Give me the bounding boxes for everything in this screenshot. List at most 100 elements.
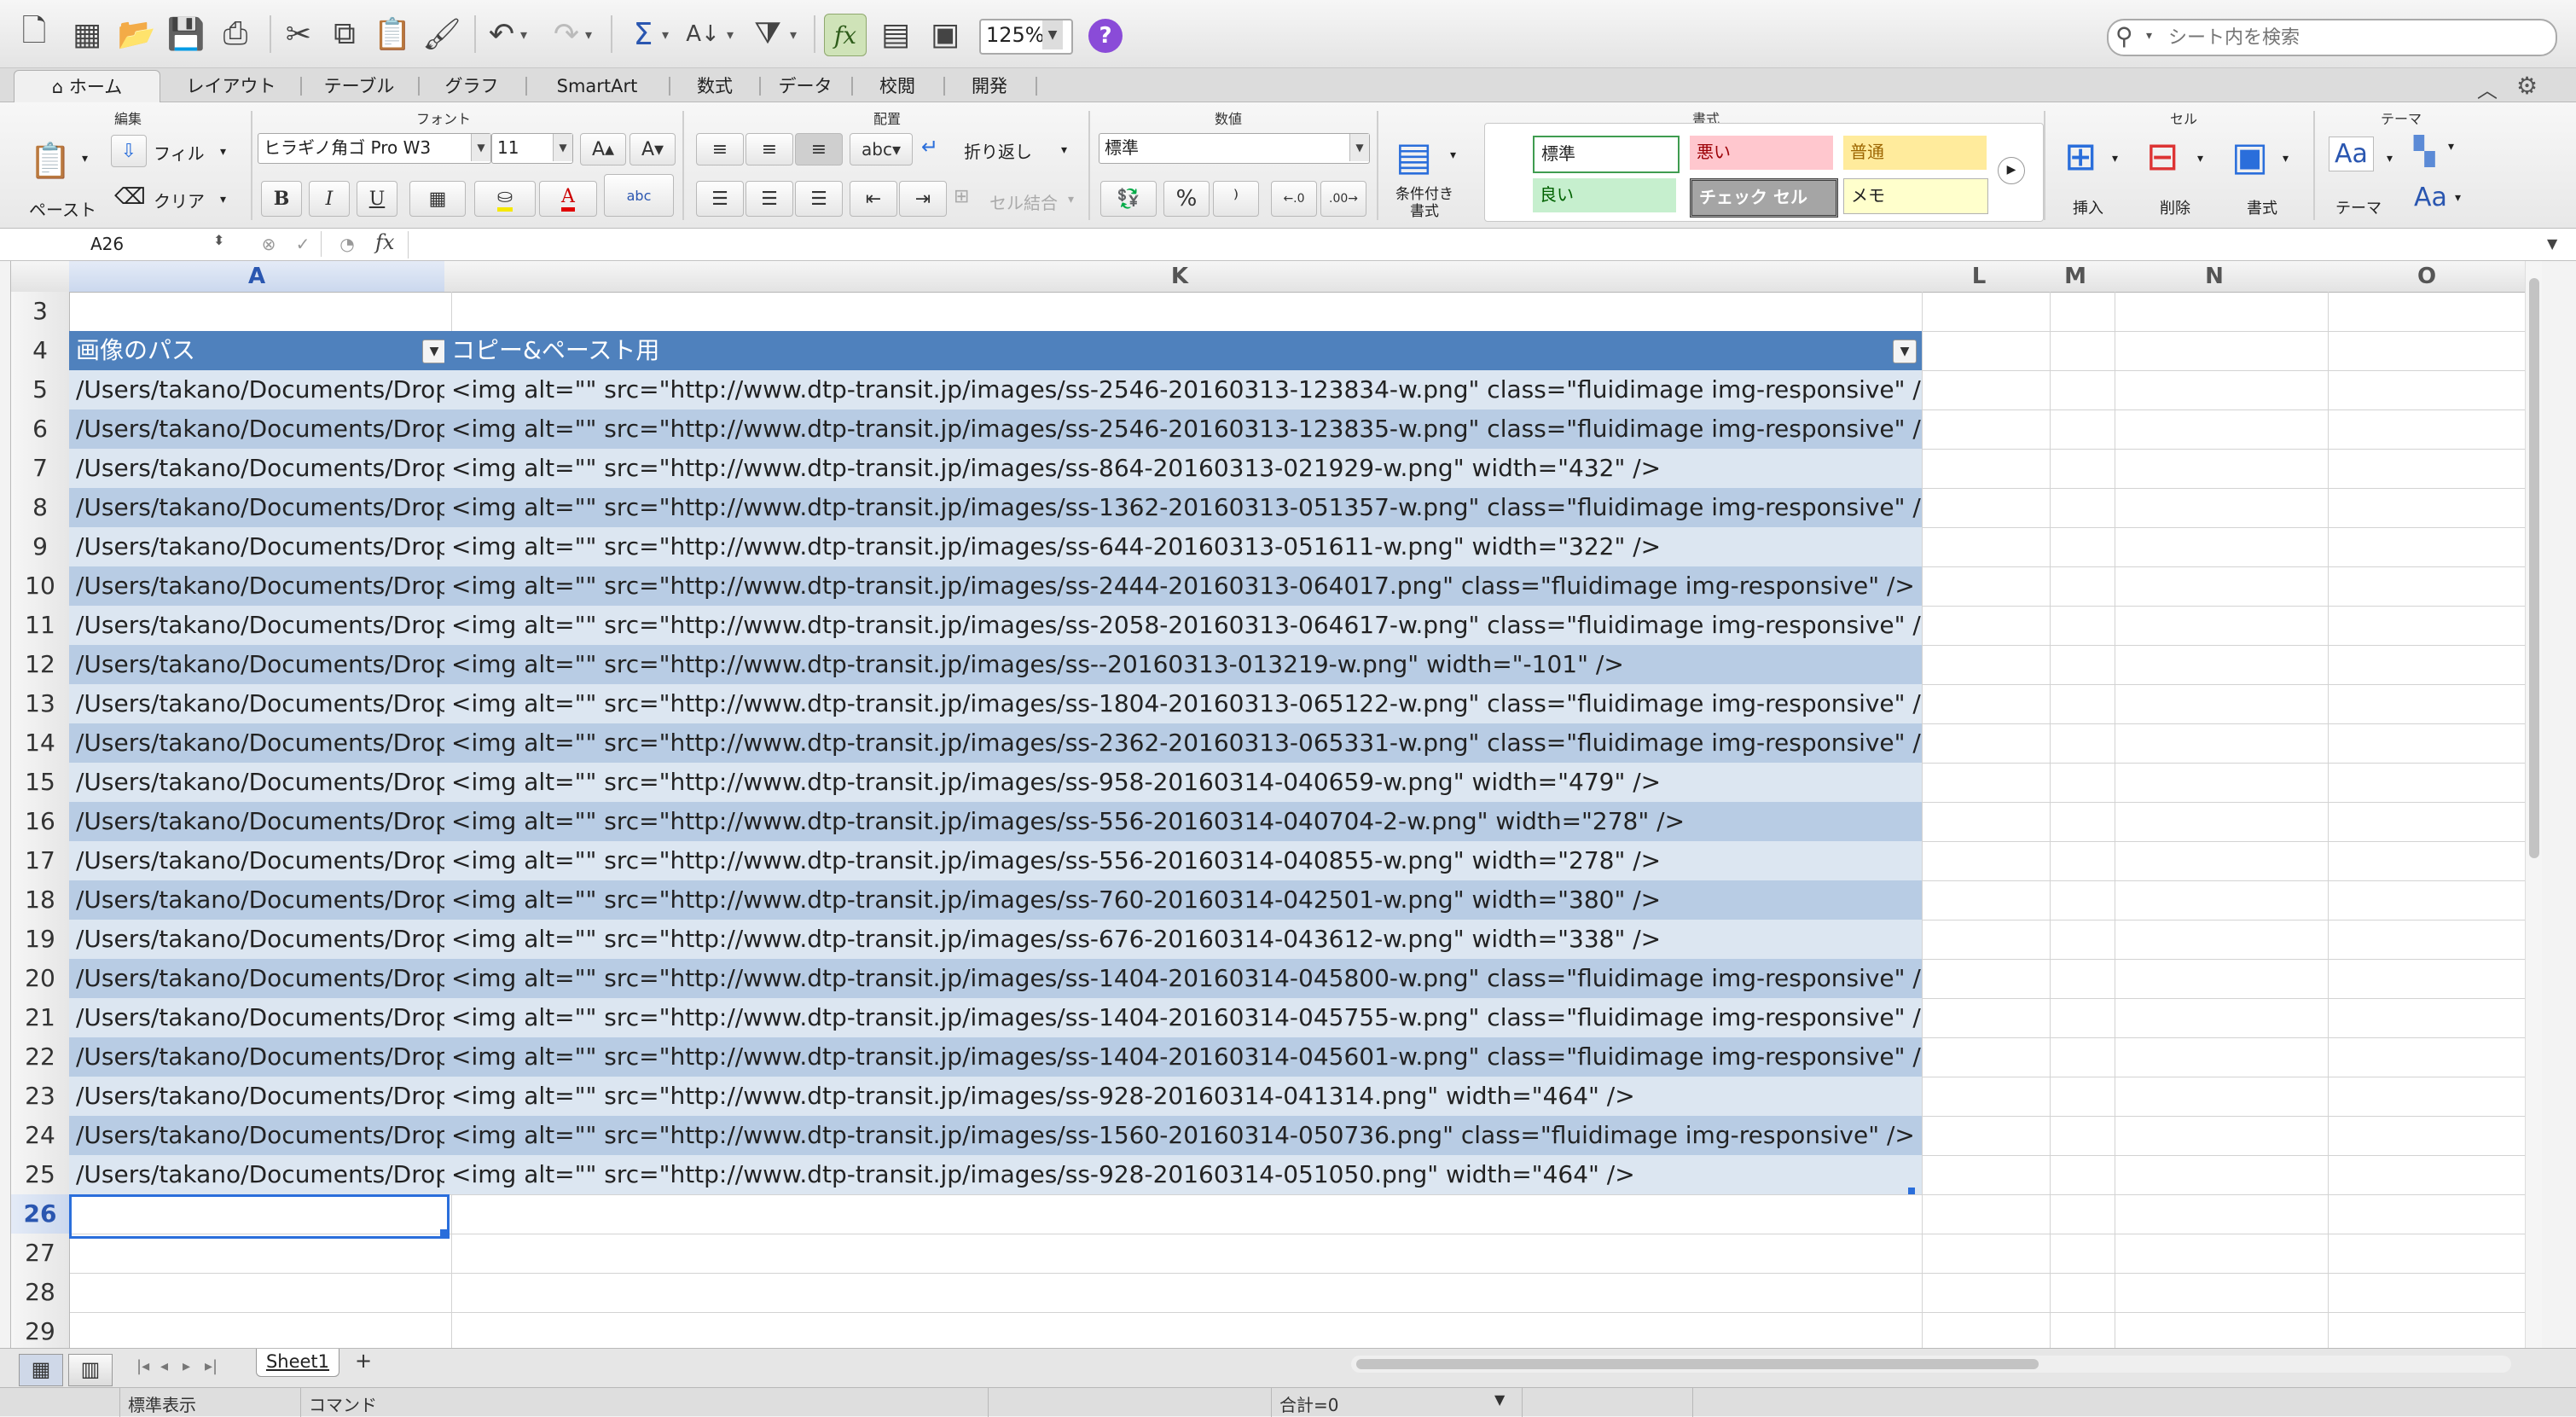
- cell[interactable]: [444, 1273, 1923, 1313]
- cell[interactable]: [2043, 880, 2115, 920]
- cell[interactable]: [2043, 802, 2115, 842]
- accounting-format-button[interactable]: 💱: [1100, 181, 1157, 217]
- cell-image-path[interactable]: /Users/takano/Documents/Dropbox: [69, 1155, 452, 1195]
- save-icon[interactable]: 💾: [165, 14, 206, 55]
- sum-label[interactable]: 合計=0: [1279, 1391, 1338, 1416]
- conditional-format-icon[interactable]: ▤: [1395, 133, 1432, 179]
- cell-img-tag[interactable]: <img alt="" src="http://www.dtp-transit.…: [444, 998, 1923, 1038]
- cell-image-path[interactable]: /Users/takano/Documents/Dropbox: [69, 880, 452, 920]
- cell-image-path[interactable]: /Users/takano/Documents/Dropbox: [69, 409, 452, 450]
- align-middle-button[interactable]: ≡: [746, 133, 793, 166]
- cell[interactable]: [1915, 959, 2051, 999]
- cell-image-path[interactable]: /Users/takano/Documents/Dropbox: [69, 566, 452, 607]
- column-header[interactable]: A: [69, 261, 445, 293]
- search-icon[interactable]: ⚲: [2115, 22, 2133, 50]
- header-cell-image-path[interactable]: 画像のパス ▼: [69, 331, 452, 371]
- cell-img-tag[interactable]: <img alt="" src="http://www.dtp-transit.…: [444, 959, 1923, 999]
- cell[interactable]: [2321, 1155, 2540, 1195]
- themes-dropdown-icon[interactable]: ▾: [2387, 152, 2393, 166]
- cell[interactable]: [2108, 684, 2329, 724]
- cell[interactable]: [2108, 1077, 2329, 1117]
- cell[interactable]: [2108, 331, 2329, 371]
- cell[interactable]: [2043, 527, 2115, 567]
- vertical-scrollbar[interactable]: [2525, 261, 2542, 1348]
- undo-dropdown-icon[interactable]: ▾: [515, 14, 532, 55]
- cell-image-path[interactable]: /Users/takano/Documents/Dropbox: [69, 763, 452, 803]
- cut-icon[interactable]: ✂: [278, 14, 319, 55]
- cell[interactable]: [1915, 1155, 2051, 1195]
- themes-button[interactable]: テーマ: [2335, 196, 2382, 218]
- row-header[interactable]: 15: [11, 763, 70, 803]
- cell[interactable]: [69, 1273, 452, 1313]
- cell-image-path[interactable]: /Users/takano/Documents/Dropbox: [69, 802, 452, 842]
- cell[interactable]: [1915, 409, 2051, 450]
- cell-img-tag[interactable]: <img alt="" src="http://www.dtp-transit.…: [444, 802, 1923, 842]
- cell[interactable]: [2108, 1273, 2329, 1313]
- formula-input[interactable]: [408, 231, 2544, 258]
- copy-icon[interactable]: ⧉: [324, 14, 365, 55]
- cell[interactable]: [1915, 566, 2051, 607]
- cell-image-path[interactable]: /Users/takano/Documents/Dropbox: [69, 1077, 452, 1117]
- style-check-cell[interactable]: チェック セル: [1690, 178, 1838, 218]
- decrease-indent-button[interactable]: ⇤: [850, 181, 897, 217]
- style-normal[interactable]: 標準: [1533, 136, 1680, 173]
- insert-function-icon[interactable]: fx: [375, 230, 394, 254]
- cell-img-tag[interactable]: <img alt="" src="http://www.dtp-transit.…: [444, 449, 1923, 489]
- clear-button[interactable]: クリア: [154, 188, 205, 212]
- tab-tables[interactable]: テーブル: [304, 70, 415, 102]
- format-cells-icon[interactable]: ▣: [2231, 133, 2268, 179]
- cell-img-tag[interactable]: <img alt="" src="http://www.dtp-transit.…: [444, 409, 1923, 450]
- row-header[interactable]: 27: [11, 1234, 70, 1274]
- tab-charts[interactable]: グラフ: [421, 70, 522, 102]
- cell[interactable]: [2043, 723, 2115, 764]
- cell-img-tag[interactable]: <img alt="" src="http://www.dtp-transit.…: [444, 1077, 1923, 1117]
- cell-image-path[interactable]: /Users/takano/Documents/Dropbox: [69, 370, 452, 410]
- cell[interactable]: [2108, 645, 2329, 685]
- cell[interactable]: [1915, 331, 2051, 371]
- increase-indent-button[interactable]: ⇥: [899, 181, 947, 217]
- cell[interactable]: [2321, 566, 2540, 607]
- cell[interactable]: [69, 1234, 452, 1274]
- search-dropdown-icon[interactable]: ▾: [2146, 29, 2152, 43]
- sheet-tab[interactable]: Sheet1: [256, 1349, 339, 1377]
- cell[interactable]: [2108, 1194, 2329, 1234]
- row-header[interactable]: 13: [11, 684, 70, 724]
- cell-image-path[interactable]: /Users/takano/Documents/Dropbox: [69, 998, 452, 1038]
- row-header[interactable]: 29: [11, 1312, 70, 1348]
- cell-img-tag[interactable]: <img alt="" src="http://www.dtp-transit.…: [444, 880, 1923, 920]
- normal-view-button[interactable]: ▦: [19, 1354, 63, 1386]
- cell[interactable]: [2043, 959, 2115, 999]
- cell-image-path[interactable]: /Users/takano/Documents/Dropbox: [69, 449, 452, 489]
- cell[interactable]: [2108, 841, 2329, 881]
- add-sheet-button[interactable]: +: [345, 1349, 382, 1374]
- row-header[interactable]: 25: [11, 1155, 70, 1195]
- merge-dropdown-icon[interactable]: ▾: [1068, 193, 1074, 206]
- cell-img-tag[interactable]: <img alt="" src="http://www.dtp-transit.…: [444, 920, 1923, 960]
- styles-next-icon[interactable]: ▶: [1998, 157, 2025, 184]
- cell[interactable]: [1915, 1234, 2051, 1274]
- cell-image-path[interactable]: /Users/takano/Documents/Dropbox: [69, 841, 452, 881]
- text-orientation-button[interactable]: abc ▾: [850, 133, 913, 166]
- cell[interactable]: [1915, 998, 2051, 1038]
- search-input[interactable]: [2167, 24, 2545, 51]
- wrap-text-button[interactable]: 折り返し: [964, 138, 1032, 163]
- row-header[interactable]: 22: [11, 1037, 70, 1077]
- row-header[interactable]: 17: [11, 841, 70, 881]
- cell[interactable]: [2043, 488, 2115, 528]
- cell[interactable]: [2108, 1155, 2329, 1195]
- chevron-up-icon[interactable]: ︿: [2477, 73, 2498, 103]
- next-sheet-icon[interactable]: ▸: [183, 1357, 190, 1375]
- zoom-dropdown-icon[interactable]: ▼: [1042, 20, 1063, 49]
- cell[interactable]: [2108, 292, 2329, 332]
- conditional-format-button[interactable]: 条件付き 書式: [1395, 186, 1453, 220]
- cell[interactable]: [2108, 880, 2329, 920]
- style-memo[interactable]: メモ: [1843, 178, 1988, 214]
- cell[interactable]: [2108, 998, 2329, 1038]
- cell[interactable]: [2108, 723, 2329, 764]
- format-dropdown-icon[interactable]: ▾: [2283, 152, 2289, 166]
- filter-dropdown-icon[interactable]: ▼: [1893, 340, 1917, 363]
- horizontal-scrollbar[interactable]: [1351, 1356, 2511, 1373]
- cell[interactable]: [2043, 763, 2115, 803]
- first-sheet-icon[interactable]: |◂: [136, 1357, 149, 1375]
- cell[interactable]: [2321, 527, 2540, 567]
